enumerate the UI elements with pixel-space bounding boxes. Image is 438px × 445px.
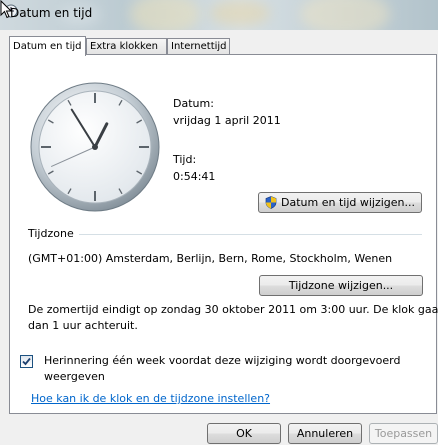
clock-center <box>92 144 98 150</box>
time-value: 0:54:41 <box>173 170 216 183</box>
tab-label: Extra klokken <box>90 41 158 52</box>
title-bar[interactable]: Datum en tijd <box>0 0 438 30</box>
window-title: Datum en tijd <box>10 6 93 20</box>
tab-extra-klokken[interactable]: Extra klokken <box>86 38 167 54</box>
cancel-button[interactable]: Annuleren <box>288 423 362 444</box>
ok-button[interactable]: OK <box>207 423 281 444</box>
time-label: Tijd: <box>173 153 197 166</box>
change-date-time-button[interactable]: Datum en tijd wijzigen... <box>258 192 422 213</box>
reminder-label-line-2[interactable]: weergeven <box>44 370 105 383</box>
analog-clock <box>30 82 160 212</box>
button-label: Toepassen <box>374 427 433 440</box>
reminder-checkbox[interactable] <box>20 355 33 368</box>
button-label: OK <box>236 427 252 440</box>
timezone-value: (GMT+01:00) Amsterdam, Berlijn, Bern, Ro… <box>28 252 393 265</box>
timezone-heading: Tijdzone <box>28 227 74 240</box>
change-timezone-button[interactable]: Tijdzone wijzigen... <box>259 275 423 296</box>
tab-internettijd[interactable]: Internettijd <box>167 38 230 54</box>
mouse-cursor-icon <box>0 0 12 19</box>
button-label: Annuleren <box>296 427 354 440</box>
button-label: Tijdzone wijzigen... <box>288 279 394 292</box>
checkmark-icon <box>22 357 31 366</box>
tab-datum-en-tijd[interactable]: Datum en tijd <box>9 36 86 56</box>
button-label: Datum en tijd wijzigen... <box>281 196 415 209</box>
shield-icon <box>265 196 277 209</box>
tab-label: Datum en tijd <box>13 41 82 52</box>
tab-label: Internettijd <box>171 41 227 52</box>
timezone-separator <box>79 234 422 235</box>
dst-notice-line-2: dan 1 uur achteruit. <box>28 319 138 332</box>
date-label: Datum: <box>173 97 214 110</box>
help-link[interactable]: Hoe kan ik de klok en de tijdzone instel… <box>31 392 270 405</box>
reminder-label-line-1[interactable]: Herinnering één week voordat deze wijzig… <box>44 354 401 367</box>
date-value: vrijdag 1 april 2011 <box>173 114 281 127</box>
apply-button: Toepassen <box>369 423 438 444</box>
dst-notice-line-1: De zomertijd eindigt op zondag 30 oktobe… <box>28 303 438 316</box>
